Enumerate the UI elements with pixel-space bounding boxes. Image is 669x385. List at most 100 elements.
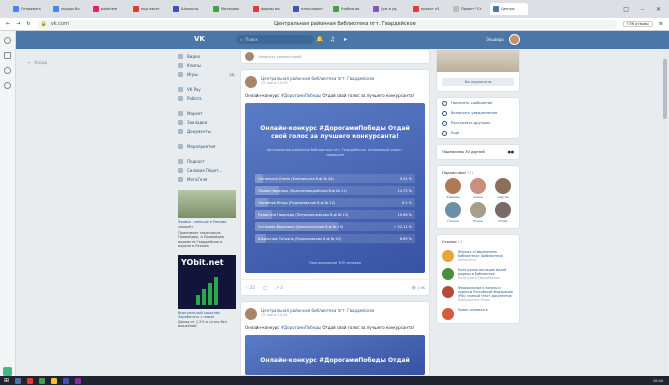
- hashtag-link[interactable]: #ДорогамиПобеды: [281, 325, 321, 330]
- group-photo[interactable]: [437, 50, 519, 72]
- poll-votes[interactable]: Проголосовали 305 человек: [245, 261, 425, 265]
- windows-start-icon[interactable]: ⊞: [4, 377, 9, 384]
- subscribed-button[interactable]: Вы подписаны: [442, 78, 514, 86]
- browser-tab[interactable]: Центра: [490, 3, 528, 15]
- like-button[interactable]: ♡ 23: [245, 285, 255, 290]
- play-icon[interactable]: ▸: [342, 36, 349, 43]
- menu-item[interactable]: VK Pay: [178, 85, 236, 94]
- post-time[interactable]: 12 апр в 10:33: [261, 81, 374, 85]
- browser-tab[interactable]: план-мероп: [290, 3, 328, 15]
- downloads-icon[interactable]: [4, 67, 11, 74]
- comment-input[interactable]: Написать комментарий: [258, 55, 302, 59]
- browser-tab[interactable]: Школьны: [170, 3, 208, 15]
- menu-item[interactable]: Игры 28: [178, 70, 236, 79]
- history-icon[interactable]: [4, 37, 11, 44]
- taskbar-app-icon[interactable]: [51, 377, 58, 384]
- subscriber[interactable]: Галина: [442, 202, 464, 223]
- taskbar-app-icon[interactable]: [63, 377, 70, 384]
- poll-option[interactable]: Остапова Вероника (Школьненская б-ф № 15…: [255, 222, 415, 231]
- back-link[interactable]: ← Назад: [28, 60, 47, 65]
- browser-tab[interactable]: Материал: [210, 3, 248, 15]
- menu-item[interactable]: Документы: [178, 127, 236, 136]
- url-field[interactable]: 🔒 vk.com Центральная районная библиотека…: [36, 19, 617, 29]
- ad-subtitle: самолёт: [178, 225, 194, 229]
- alice-icon[interactable]: [3, 367, 12, 376]
- links-label[interactable]: Ссылки 11: [442, 240, 462, 244]
- clock[interactable]: 10:44: [653, 379, 663, 383]
- poll-option[interactable]: Литвинов Игорь (Родниковская б-ф № 12) 8.…: [255, 198, 415, 207]
- post-time[interactable]: 12 апр в 10:24: [261, 313, 374, 317]
- menu-item[interactable]: Силовая Перет...: [178, 166, 236, 175]
- menu-item[interactable]: Работа: [178, 94, 236, 103]
- menu-item[interactable]: Видео: [178, 52, 236, 61]
- subscriber[interactable]: Сергей: [492, 178, 514, 199]
- taskbar-app-icon[interactable]: [39, 377, 46, 384]
- menu-icon[interactable]: ≡: [659, 21, 663, 27]
- vk-search-input[interactable]: ⌕ Поиск: [236, 35, 314, 44]
- reload-icon[interactable]: ↻: [26, 21, 30, 27]
- menu-item[interactable]: Закладки: [178, 118, 236, 127]
- comment-button[interactable]: ◯: [263, 285, 267, 290]
- taskbar-app-icon[interactable]: [15, 377, 22, 384]
- poll-option[interactable]: Шкильнюк Татьяна (Родниковская б-ф № 42)…: [255, 234, 415, 243]
- menu-item[interactable]: МегаГеля: [178, 175, 236, 184]
- taskbar-app-icon[interactable]: [27, 377, 34, 384]
- bookmarks-icon[interactable]: [4, 52, 11, 59]
- browser-tab[interactable]: (уж в уд.: [370, 3, 408, 15]
- group-action[interactable]: Включить уведомления: [437, 108, 519, 118]
- menu-item[interactable]: Маркет: [178, 109, 236, 118]
- link-item[interactable]: Журнал «Современная библиотека» (Библиот…: [437, 247, 519, 265]
- subscriber[interactable]: Елена: [467, 202, 489, 223]
- more-icon: [442, 130, 447, 136]
- group-action[interactable]: Написать сообщение: [437, 98, 519, 108]
- browser-tab[interactable]: Проект "Ст: [450, 3, 488, 15]
- group-avatar[interactable]: [245, 76, 257, 88]
- back-arrow-icon[interactable]: ←: [6, 21, 10, 27]
- minimize-icon[interactable]: –: [641, 6, 644, 13]
- browser-tab[interactable]: формы мо: [250, 3, 288, 15]
- notifications-icon[interactable]: 🔔: [316, 36, 323, 43]
- menu-item[interactable]: Клипы: [178, 61, 236, 70]
- poll-option[interactable]: Пашко Надежда (Красногвардейская б-ф № 1…: [255, 186, 415, 195]
- forward-arrow-icon[interactable]: →: [16, 21, 20, 27]
- menu-item[interactable]: Мероприятия: [178, 142, 236, 151]
- share-button[interactable]: ↗ 3: [275, 285, 282, 290]
- link-item[interactable]: Право человека в: [437, 305, 519, 323]
- close-icon[interactable]: ✕: [656, 6, 661, 13]
- vk-user-menu[interactable]: Эльвира: [486, 34, 520, 45]
- browser-tab[interactable]: проект к5: [410, 3, 448, 15]
- browser-tab[interactable]: Отправить: [10, 3, 48, 15]
- links-count: 11: [457, 240, 463, 244]
- maximize-icon[interactable]: □: [623, 6, 629, 13]
- friends-card[interactable]: Подписаны 30 друзей ●●: [436, 144, 520, 160]
- poll-option[interactable]: Останкина Елена (Клепинская б-ф № 28) 5.0…: [255, 174, 415, 183]
- music-icon[interactable]: ♫: [329, 36, 336, 43]
- vk-logo[interactable]: VK: [194, 35, 205, 43]
- yandex-reviews-button[interactable]: ГЭК отзывы: [622, 21, 653, 27]
- group-action[interactable]: Рассказать друзьям: [437, 118, 519, 128]
- group-action-label: Написать сообщение: [451, 101, 493, 105]
- subscriber[interactable]: Алёна: [467, 178, 489, 199]
- notes-icon[interactable]: [4, 82, 11, 89]
- hashtag-link[interactable]: #ДорогамиПобеды: [281, 93, 321, 98]
- ad-block[interactable]: Заявка - меньше в Рекома самолёт Принима…: [178, 190, 236, 249]
- yobit-ad[interactable]: YObit.net: [178, 254, 236, 309]
- browser-tab[interactable]: Учебно-во: [330, 3, 368, 15]
- browser-tab[interactable]: pokehere: [90, 3, 128, 15]
- back-arrow-icon: ←: [28, 60, 32, 65]
- browser-tab[interactable]: под пакет: [130, 3, 168, 15]
- link-item[interactable]: Федеральные и законы и кодексы Российско…: [437, 283, 519, 305]
- subscriber[interactable]: Эльвира: [442, 178, 464, 199]
- link-text: Культурное наследие малой родины в Библи…: [458, 268, 514, 280]
- taskbar-app-icon[interactable]: [75, 377, 82, 384]
- subscriber[interactable]: Юлия: [492, 202, 514, 223]
- link-item[interactable]: Культурное наследие малой родины в Библи…: [437, 265, 519, 283]
- poll-option-label: Литвинов Игорь (Родниковская б-ф № 12): [258, 200, 336, 205]
- page-scrollbar[interactable]: [663, 49, 667, 376]
- group-avatar[interactable]: [245, 308, 257, 320]
- browser-tab[interactable]: эндорс.бл: [50, 3, 88, 15]
- group-action[interactable]: Ещё: [437, 128, 519, 138]
- poll-option[interactable]: Родыгина Надежда (Петропавловская б-ф № …: [255, 210, 415, 219]
- subscribers-label[interactable]: Подписчики 171: [442, 171, 474, 175]
- menu-item[interactable]: Подкаст: [178, 157, 236, 166]
